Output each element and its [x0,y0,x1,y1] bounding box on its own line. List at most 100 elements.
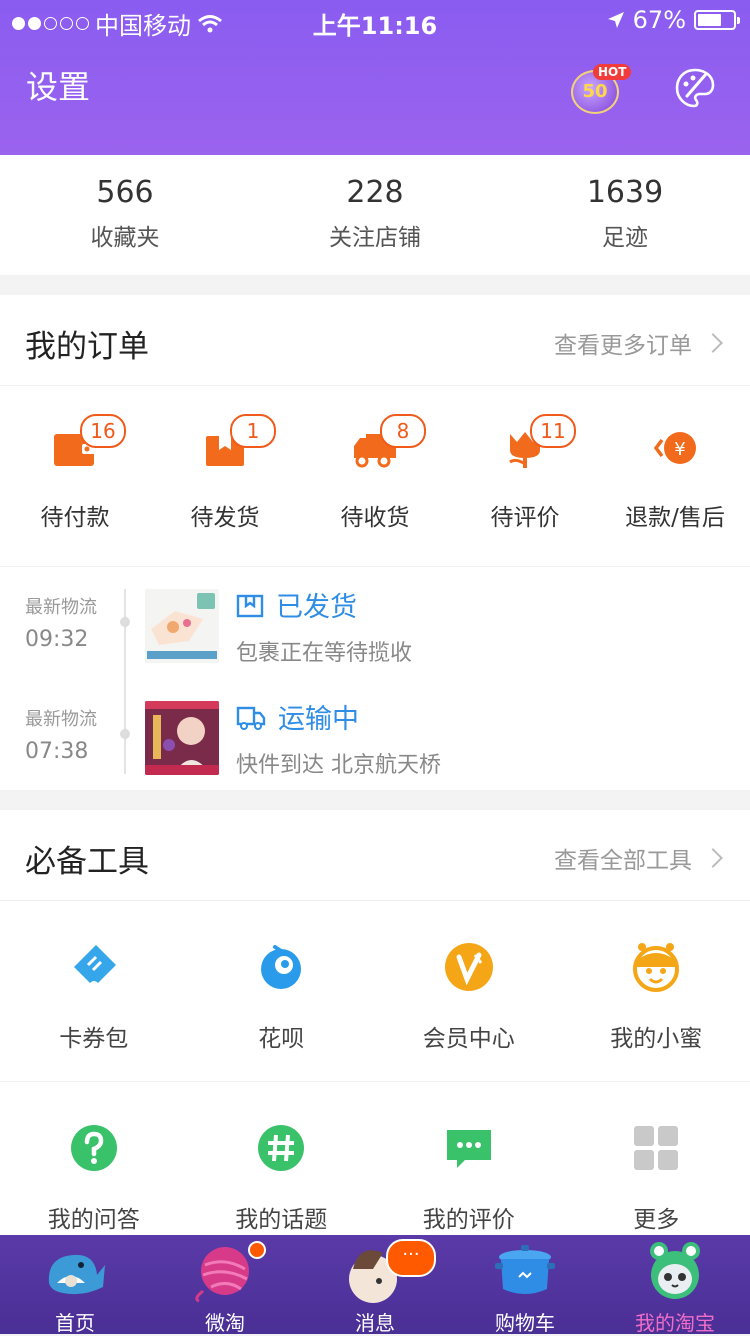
order-label: 待评价 [450,498,600,532]
tab-home[interactable]: 首页 [0,1235,150,1334]
tab-weitao[interactable]: 微淘 [150,1235,300,1334]
logistics-desc: 快件到达 北京航天桥 [236,747,441,779]
frog-cat-icon [643,1239,707,1303]
pot-icon [493,1239,557,1303]
settings-button[interactable]: 设置 [26,62,90,108]
link-label: 查看全部工具 [554,841,692,875]
product-thumbnail [145,701,219,775]
tab-cart[interactable]: 购物车 [450,1235,600,1334]
view-all-orders-link[interactable]: 查看更多订单 [554,326,720,360]
tool-coupons[interactable]: 卡券包 [0,901,188,1081]
tools-row: 卡券包 花呗 会员中心 [0,901,750,1082]
tool-label: 卡券包 [0,1019,188,1053]
order-pending-payment[interactable]: 16 待付款 [0,386,150,566]
tool-label: 我的问答 [0,1200,188,1234]
stat-footprints[interactable]: 1639 足迹 [500,155,750,275]
tab-my-taobao[interactable]: 我的淘宝 [600,1235,750,1334]
count-badge: 11 [530,414,576,448]
count-badge: 8 [380,414,426,448]
order-refund-aftersale[interactable]: ¥ 退款/售后 [600,386,750,566]
tools-card: 必备工具 查看全部工具 卡券包 花呗 [0,810,750,1235]
notification-dot [248,1241,266,1259]
vip-icon [443,941,495,993]
view-all-tools-link[interactable]: 查看全部工具 [554,841,720,875]
tool-label: 会员中心 [375,1019,563,1053]
header: 中国移动 上午11:16 67% 设置 50 HOT [0,0,750,155]
chevron-right-icon [703,333,723,353]
stat-label: 关注店铺 [250,218,500,252]
count-badge: 16 [80,414,126,448]
logistics-time: 09:32 [25,627,88,652]
message-bubble: ··· [386,1239,436,1277]
tab-label: 首页 [0,1307,150,1336]
battery-icon [694,10,736,30]
status-text: 运输中 [278,697,359,736]
section-title: 必备工具 [25,836,149,881]
stat-label: 足迹 [500,218,750,252]
tool-label: 我的评价 [375,1200,563,1234]
logistics-item[interactable]: 最新物流 09:32 已发货 包裹正在等待揽收 [0,567,750,677]
tool-label: 我的话题 [188,1200,376,1234]
logistics-item[interactable]: 最新物流 07:38 运输中 快件到达 北京航天桥 [0,679,750,789]
stat-value: 566 [0,175,250,210]
order-pending-shipment[interactable]: 1 待发货 [150,386,300,566]
logistics-status: 运输中 [236,697,359,736]
logistics-time: 07:38 [25,739,88,764]
tool-label: 花呗 [188,1019,376,1053]
package-outline-icon [236,592,264,618]
hot-badge-button[interactable]: 50 HOT [565,62,629,114]
product-thumbnail [145,589,219,663]
logistics-status: 已发货 [236,585,357,624]
ticket-icon [68,941,120,993]
order-status-row: 16 待付款 1 待发货 8 待收货 [0,386,750,567]
tab-label: 我的淘宝 [600,1307,750,1336]
orders-card: 我的订单 查看更多订单 16 待付款 1 待发货 [0,295,750,790]
status-text: 已发货 [276,585,357,624]
section-title: 我的订单 [25,321,149,366]
order-pending-review[interactable]: 11 待评价 [450,386,600,566]
orders-header: 我的订单 查看更多订单 [0,295,750,386]
tab-label: 购物车 [450,1307,600,1336]
huabei-icon [255,941,307,993]
battery-percent: 67% [633,6,686,34]
tool-label: 我的小蜜 [563,1019,750,1053]
logistics-label: 最新物流 [25,705,97,731]
tab-bar: 首页 微淘 ··· 消息 购物车 [0,1235,750,1334]
palette-icon[interactable] [673,66,717,110]
stat-followed-shops[interactable]: 228 关注店铺 [250,155,500,275]
tool-vip-center[interactable]: 会员中心 [375,901,563,1081]
logistics-desc: 包裹正在等待揽收 [236,635,412,667]
refund-icon: ¥ [652,428,698,468]
order-label: 待付款 [0,498,150,532]
logistics-label: 最新物流 [25,593,97,619]
hot-tag: HOT [593,64,631,80]
tab-label: 消息 [300,1307,450,1336]
hashtag-icon [255,1122,307,1174]
stat-value: 228 [250,175,500,210]
logistics-list: 最新物流 09:32 已发货 包裹正在等待揽收 最新物流 07:38 [0,567,750,792]
grid-icon [630,1122,682,1174]
order-pending-receipt[interactable]: 8 待收货 [300,386,450,566]
whale-icon [43,1239,107,1303]
order-label: 待发货 [150,498,300,532]
tool-assistant[interactable]: 我的小蜜 [563,901,750,1081]
svg-text:¥: ¥ [674,439,685,460]
question-icon [68,1122,120,1174]
tab-label: 微淘 [150,1307,300,1336]
comment-icon [443,1122,495,1174]
tool-label: 更多 [563,1200,750,1234]
stat-favorites[interactable]: 566 收藏夹 [0,155,250,275]
chevron-right-icon [703,848,723,868]
link-label: 查看更多订单 [554,326,692,360]
tools-header: 必备工具 查看全部工具 [0,810,750,901]
tool-huabei[interactable]: 花呗 [188,901,376,1081]
status-bar: 中国移动 上午11:16 67% [0,0,750,40]
assistant-icon [630,941,682,993]
location-arrow-icon [607,11,625,29]
count-badge: 1 [230,414,276,448]
stat-label: 收藏夹 [0,218,250,252]
tab-messages[interactable]: ··· 消息 [300,1235,450,1334]
order-label: 退款/售后 [600,498,750,532]
stat-value: 1639 [500,175,750,210]
order-label: 待收货 [300,498,450,532]
